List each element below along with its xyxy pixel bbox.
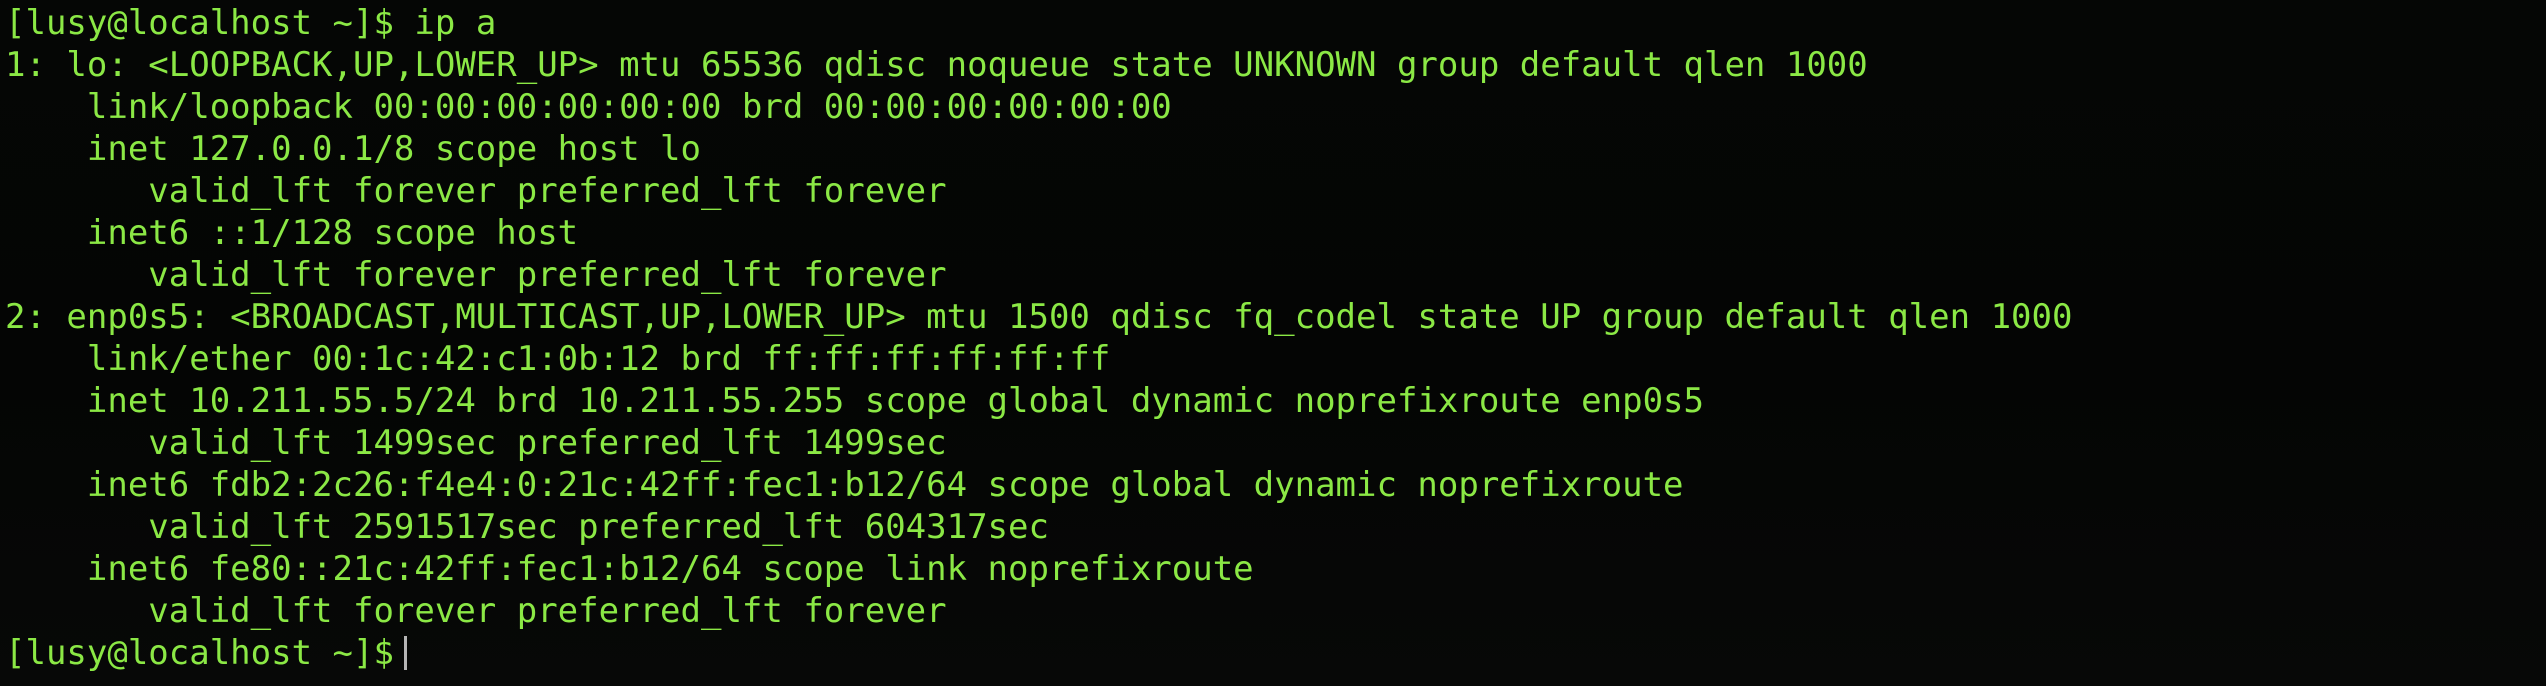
command-line: [lusy@localhost ~]$ ip a [5, 2, 2072, 44]
output-line: inet6 fe80::21c:42ff:fec1:b12/64 scope l… [5, 549, 1254, 589]
output-line: 1: lo: <LOOPBACK,UP,LOWER_UP> mtu 65536 … [5, 45, 1868, 85]
terminal-output: [lusy@localhost ~]$ ip a 1: lo: <LOOPBAC… [5, 2, 2072, 674]
output-line: inet6 fdb2:2c26:f4e4:0:21c:42ff:fec1:b12… [5, 465, 1684, 505]
shell-prompt: [lusy@localhost ~]$ [5, 633, 394, 673]
output-line: link/ether 00:1c:42:c1:0b:12 brd ff:ff:f… [5, 339, 1111, 379]
text-cursor [403, 636, 407, 670]
terminal-window[interactable]: [lusy@localhost ~]$ ip a 1: lo: <LOOPBAC… [0, 0, 2546, 686]
shell-prompt: [lusy@localhost ~]$ [5, 3, 394, 43]
output-line: inet 127.0.0.1/8 scope host lo [5, 129, 701, 169]
output-line: valid_lft 2591517sec preferred_lft 60431… [5, 507, 1049, 547]
output-line: 2: enp0s5: <BROADCAST,MULTICAST,UP,LOWER… [5, 297, 2073, 337]
output-line: valid_lft forever preferred_lft forever [5, 171, 947, 211]
output-line: valid_lft forever preferred_lft forever [5, 591, 947, 631]
command-text: ip a [414, 3, 497, 43]
output-line: valid_lft 1499sec preferred_lft 1499sec [5, 423, 947, 463]
active-prompt-line[interactable]: [lusy@localhost ~]$ [5, 632, 2072, 674]
output-line: link/loopback 00:00:00:00:00:00 brd 00:0… [5, 87, 1172, 127]
output-line: valid_lft forever preferred_lft forever [5, 255, 947, 295]
output-line: inet6 ::1/128 scope host [5, 213, 579, 253]
output-line: inet 10.211.55.5/24 brd 10.211.55.255 sc… [5, 381, 1704, 421]
command-output: 1: lo: <LOOPBACK,UP,LOWER_UP> mtu 65536 … [5, 44, 2072, 632]
